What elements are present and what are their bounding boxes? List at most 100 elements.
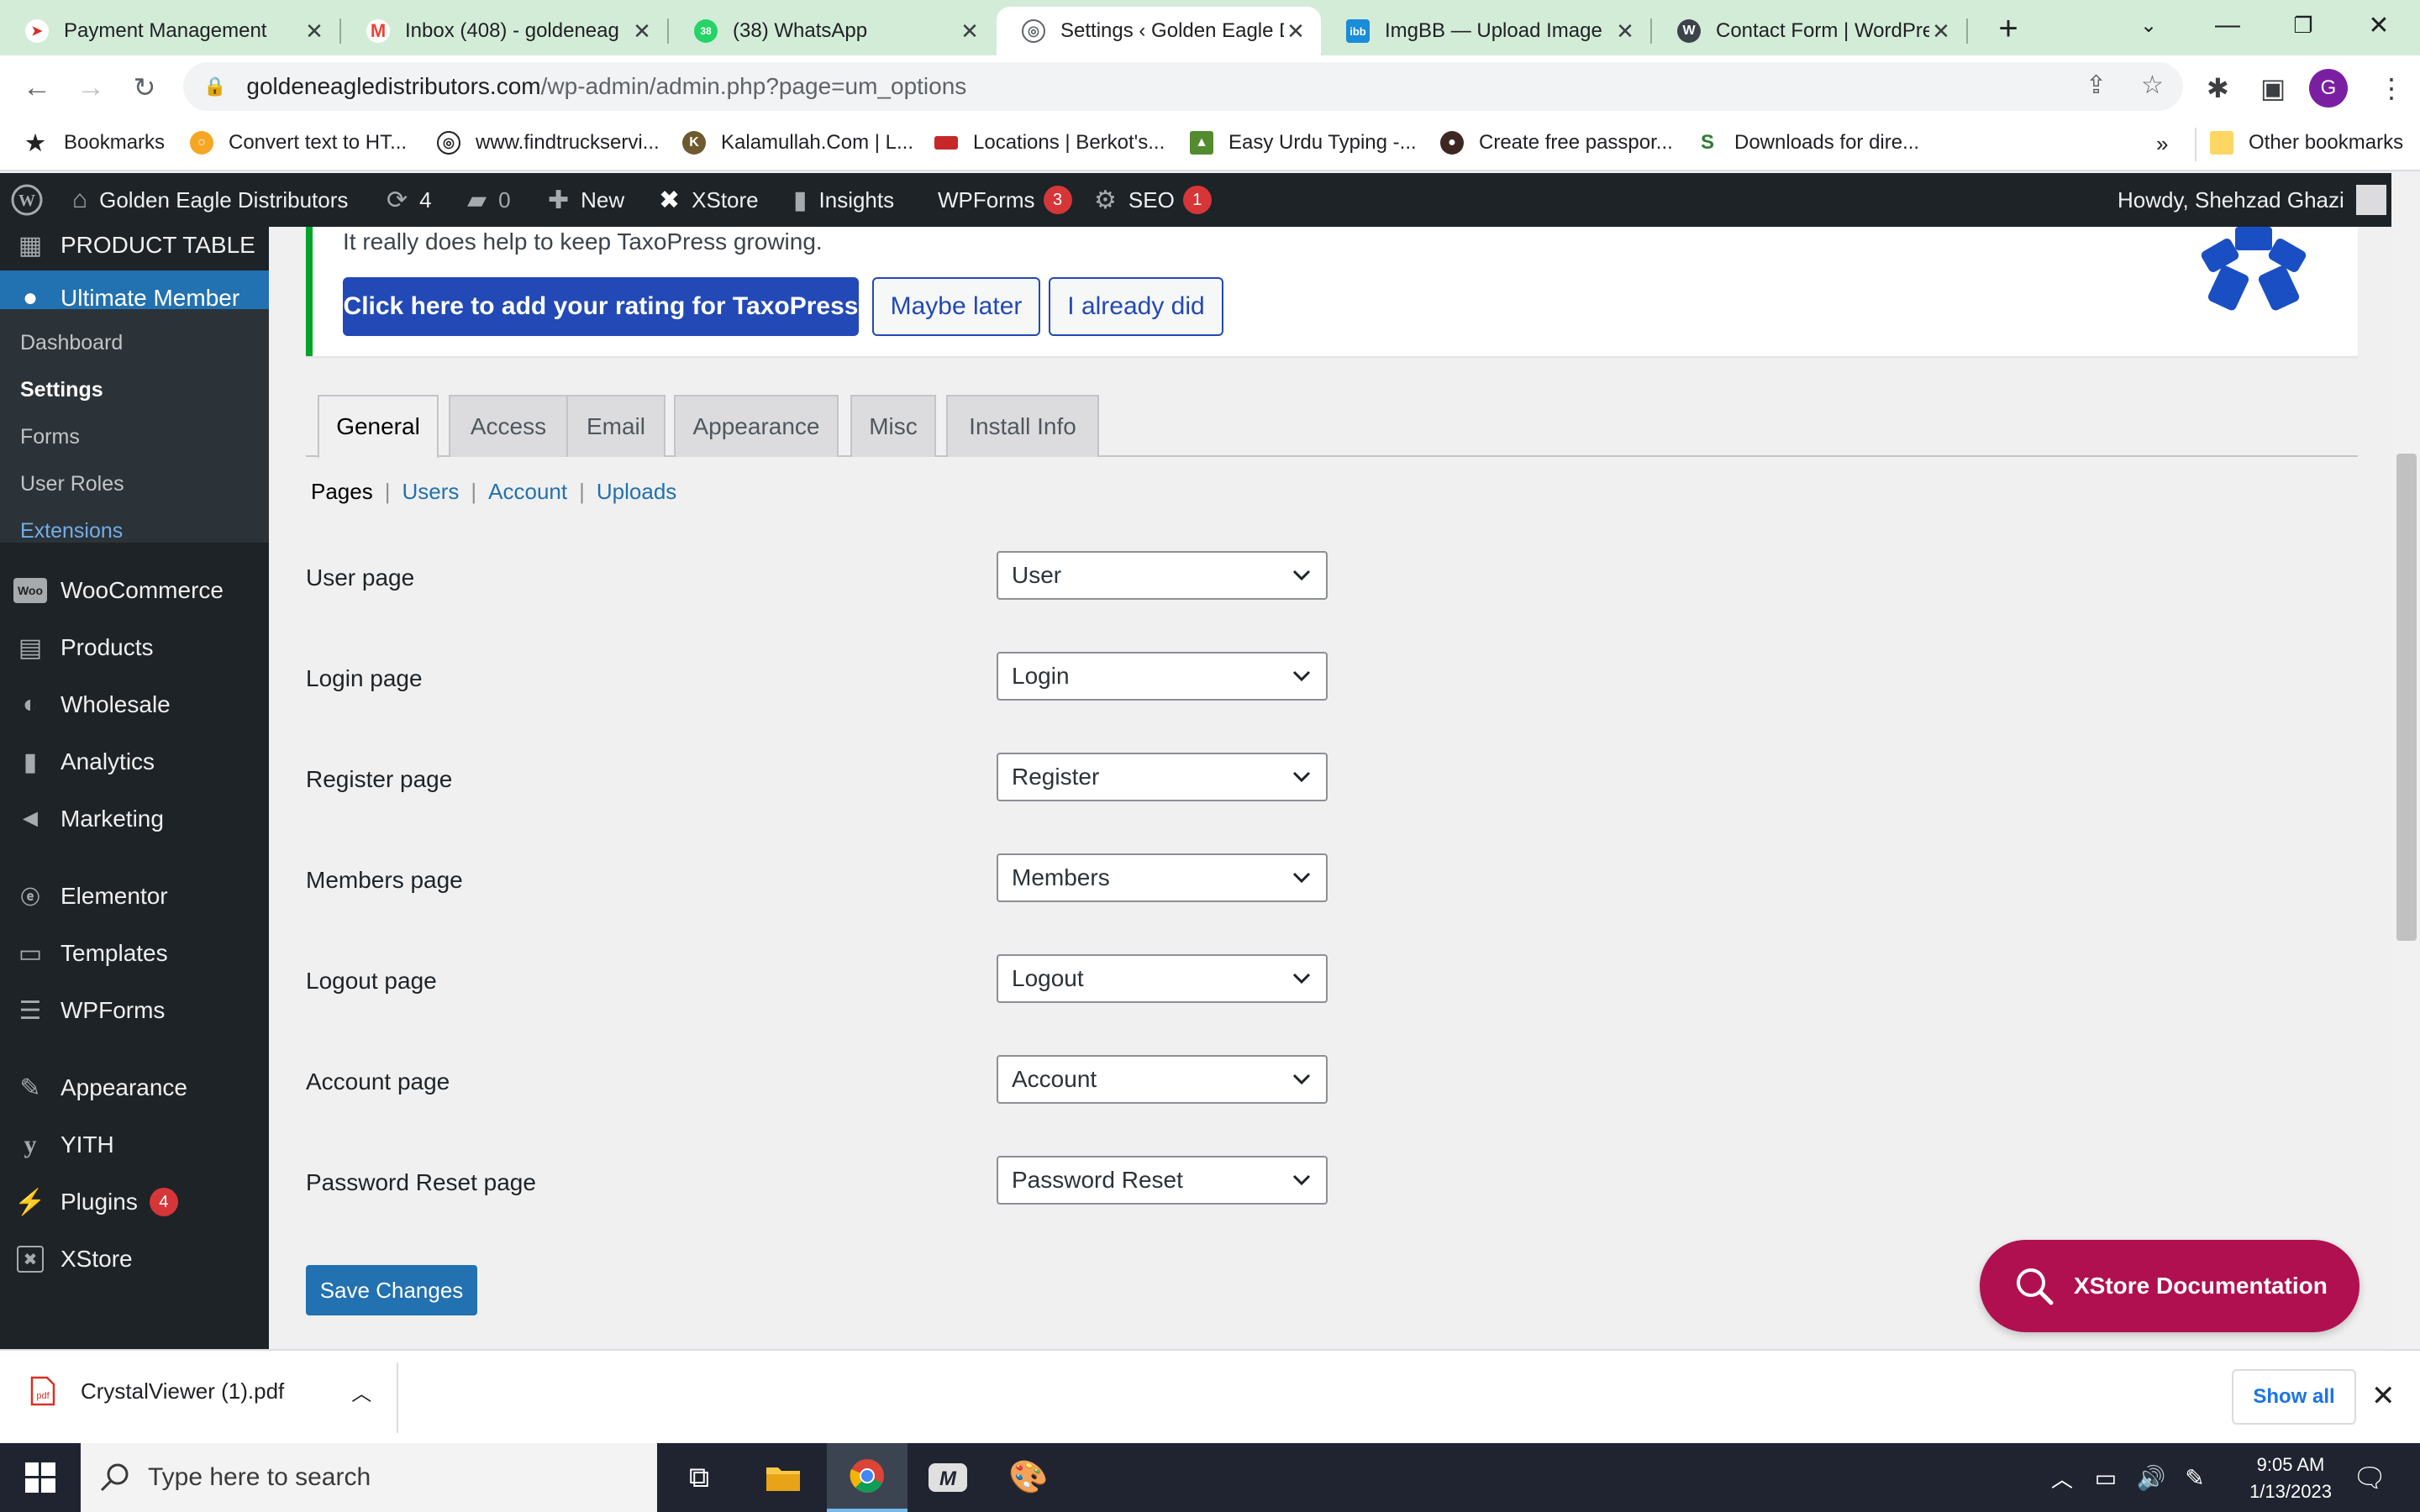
chrome-icon[interactable] [827,1443,908,1512]
maybe-later-button[interactable]: Maybe later [872,277,1040,336]
browser-tab[interactable]: 38 (38) WhatsApp ✕ [669,7,995,55]
already-did-button[interactable]: I already did [1049,277,1223,336]
sidebar-item-templates[interactable]: ▭ Templates [0,926,269,981]
wp-logo-icon[interactable]: W [10,173,44,227]
close-icon[interactable]: ✕ [1284,18,1307,45]
mailbird-icon[interactable]: M [908,1443,988,1512]
sidebar-item-elementor[interactable]: ⓔ Elementor [0,869,269,924]
windows-start-icon[interactable] [0,1443,81,1512]
forward-icon[interactable]: → [71,67,111,108]
seo-link[interactable]: ⚙ SEO 1 [1094,173,1212,227]
reload-icon[interactable]: ↻ [124,67,165,108]
site-name-link[interactable]: ⌂ Golden Eagle Distributors [72,173,348,227]
xstore-link[interactable]: ✖ XStore [659,173,759,227]
logout-page-select[interactable]: Logout [997,954,1328,1003]
submenu-forms[interactable]: Forms [20,425,80,449]
subnav-account[interactable]: Account [488,479,567,505]
tab-search-icon[interactable]: ⌄ [2111,0,2186,50]
bookmark-item[interactable]: ▲ Easy Urdu Typing -... [1190,131,1417,155]
rate-taxopress-button[interactable]: Click here to add your rating for TaxoPr… [343,277,859,336]
sidebar-item-analytics[interactable]: ▮ Analytics [0,734,269,790]
chevron-up-icon[interactable]: ︿ [351,1377,371,1406]
browser-tab[interactable]: ibb ImgBB — Upload Image ✕ [1321,7,1650,55]
task-view-icon[interactable]: ⧉ [659,1443,739,1512]
bookmark-item[interactable]: S Downloads for dire... [1696,131,1919,155]
other-bookmarks[interactable]: Other bookmarks [2210,131,2403,155]
subnav-users[interactable]: Users [402,479,460,505]
sidebar-item-yith[interactable]: y YITH [0,1117,269,1173]
close-icon[interactable]: ✕ [1929,18,1953,45]
bookmark-item[interactable]: ● Create free passpor... [1440,131,1673,155]
my-account-link[interactable]: Howdy, Shehzad Ghazi [2118,173,2386,227]
xstore-documentation-button[interactable]: XStore Documentation [1980,1240,2360,1332]
browser-tab[interactable]: ➤ Payment Management ✕ [0,7,339,55]
menu-kebab-icon[interactable]: ⋮ [2378,72,2405,104]
bookmark-item[interactable]: K Kalamullah.Com | L... [682,131,913,155]
bookmark-star-icon[interactable]: ☆ [2141,71,2164,100]
sidebar-item-appearance[interactable]: ✎ Appearance [0,1060,269,1116]
save-changes-button[interactable]: Save Changes [306,1265,477,1315]
sidebar-item-xstore[interactable]: ✖ XStore [0,1231,269,1287]
bookmark-item[interactable]: Locations | Berkot's... [934,131,1165,155]
browser-tab[interactable]: M Inbox (408) - goldeneag ✕ [341,7,667,55]
volume-icon[interactable]: 🔊 [2128,1443,2175,1512]
download-item[interactable]: pdf CrystalViewer (1).pdf ︿ [30,1376,371,1406]
sidebar-item-woocommerce[interactable]: Woo WooCommerce [0,563,269,618]
new-tab-button[interactable]: + [1966,3,2050,54]
browser-tab-active[interactable]: ◎ Settings ‹ Golden Eagle D ✕ [997,7,1321,55]
user-page-select[interactable]: User [997,551,1328,600]
show-all-downloads-button[interactable]: Show all [2232,1369,2356,1425]
insights-link[interactable]: ▮ Insights [793,173,894,227]
login-page-select[interactable]: Login [997,652,1328,701]
sidebar-item-wpforms[interactable]: ☰ WPForms [0,983,269,1038]
sidebar-item-product-table[interactable]: ▦ PRODUCT TABLE [0,222,269,269]
browser-tab[interactable]: W Contact Form | WordPre ✕ [1652,7,1966,55]
extensions-icon[interactable]: ✱ [2207,72,2229,104]
scrollbar-thumb[interactable] [2396,454,2417,941]
sidebar-item-products[interactable]: ▤ Products [0,620,269,675]
close-icon[interactable]: ✕ [958,18,981,45]
side-panel-icon[interactable]: ▣ [2260,72,2286,104]
tab-install-info[interactable]: Install Info [946,395,1099,457]
tab-misc[interactable]: Misc [850,395,936,457]
tab-access[interactable]: Access [449,395,568,457]
submenu-dashboard[interactable]: Dashboard [20,331,123,355]
submenu-settings[interactable]: Settings [20,378,103,402]
tab-email[interactable]: Email [566,395,666,457]
sidebar-item-marketing[interactable]: ◄ Marketing [0,791,269,847]
bookmark-bookmarks[interactable]: ★ Bookmarks [24,130,165,155]
tab-general[interactable]: General [318,395,439,459]
tab-appearance[interactable]: Appearance [674,395,839,457]
register-page-select[interactable]: Register [997,753,1328,801]
file-explorer-icon[interactable] [743,1443,823,1512]
new-content-link[interactable]: ✚ New [548,173,624,227]
back-icon[interactable]: ← [17,67,57,108]
close-downloads-icon[interactable]: ✕ [2371,1379,2396,1413]
bookmark-item[interactable]: ◎ www.findtruckservi... [437,131,660,155]
window-close-icon[interactable]: ✕ [2341,0,2417,50]
notifications-icon[interactable]: 🗨 [2329,1443,2410,1512]
share-icon[interactable]: ⇪ [2086,71,2107,100]
sidebar-item-plugins[interactable]: ⚡ Plugins 4 [0,1174,269,1230]
bookmark-item[interactable]: ○ Convert text to HT... [190,131,407,155]
paint-icon[interactable]: 🎨 [988,1443,1069,1512]
sidebar-item-wholesale[interactable]: ◐ Wholesale [0,677,269,732]
comments-link[interactable]: ▰ 0 [467,173,511,227]
wpforms-link[interactable]: WPForms 3 [938,173,1072,227]
profile-avatar[interactable]: G [2309,69,2348,108]
minimize-icon[interactable]: — [2190,0,2265,50]
address-bar[interactable]: 🔒 goldeneagledistributors.com/wp-admin/a… [183,62,2183,111]
close-icon[interactable]: ✕ [1613,18,1637,45]
pen-icon[interactable]: ✎ [2171,1443,2218,1512]
password-reset-page-select[interactable]: Password Reset [997,1156,1328,1205]
restore-icon[interactable]: ❐ [2265,0,2341,50]
chevron-up-icon[interactable]: ︿ [2039,1443,2086,1512]
submenu-user-roles[interactable]: User Roles [20,472,124,496]
account-page-select[interactable]: Account [997,1055,1328,1104]
subnav-uploads[interactable]: Uploads [597,479,676,505]
bookmarks-overflow-button[interactable]: » [2156,131,2168,157]
network-icon[interactable]: ▭ [2082,1443,2129,1512]
members-page-select[interactable]: Members [997,853,1328,902]
submenu-extensions[interactable]: Extensions [20,519,123,543]
close-icon[interactable]: ✕ [302,18,326,45]
